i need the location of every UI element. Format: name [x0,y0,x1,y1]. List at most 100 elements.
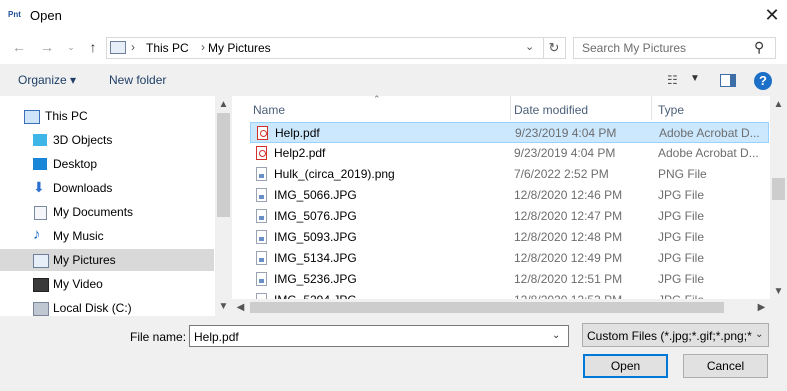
image-icon [256,167,267,181]
download-icon: ⬇ [33,179,45,195]
forward-arrow-icon[interactable]: → [38,38,56,56]
file-name: Help.pdf [275,126,320,140]
file-date: 12/8/2020 12:46 PM [514,188,623,202]
chevron-down-icon[interactable]: ⌄ [755,329,763,340]
column-divider[interactable] [510,96,511,120]
sidebar-item-my-music[interactable]: ♪ My Music [0,225,214,247]
file-type: JPG File [658,209,705,223]
sidebar-item-label: 3D Objects [53,133,113,147]
column-divider[interactable] [651,96,652,120]
file-row[interactable]: Help2.pdf 9/23/2019 4:04 PM Adobe Acroba… [250,143,769,164]
file-date: 12/8/2020 12:47 PM [514,209,623,223]
sidebar-item-3d-objects[interactable]: 3D Objects [0,129,214,151]
view-dropdown-icon[interactable]: ▼ [690,73,700,84]
file-row[interactable]: IMG_5076.JPG 12/8/2020 12:47 PM JPG File [250,206,769,227]
file-name: Hulk_(circa_2019).png [274,167,395,181]
file-type: Adobe Acrobat D... [659,126,760,140]
open-button[interactable]: Open [583,354,668,378]
scroll-down-icon[interactable]: ▼ [215,301,232,312]
help-icon[interactable]: ? [754,72,772,90]
breadcrumb-this-pc[interactable]: This PC [146,41,189,55]
video-icon [33,278,49,292]
file-type: JPG File [658,230,705,244]
file-date: 12/8/2020 12:53 PM [514,290,622,299]
file-date: 7/6/2022 2:52 PM [514,167,609,181]
file-date: 12/8/2020 12:48 PM [514,230,623,244]
sidebar-item-label: My Pictures [53,253,116,267]
sidebar-item-my-documents[interactable]: My Documents [0,201,214,223]
pc-icon [24,110,40,124]
cancel-button[interactable]: Cancel [683,354,768,378]
scroll-right-icon[interactable]: ▶ [753,302,770,313]
file-name: IMG_5236.JPG [274,272,357,286]
file-type-filter[interactable]: Custom Files (*.jpg;*.gif;*.png;* ⌄ [582,323,769,347]
sidebar-item-label: Desktop [53,157,98,171]
sidebar-item-this-pc[interactable]: This PC [0,105,214,127]
preview-pane-icon[interactable] [720,74,736,87]
scroll-up-icon[interactable]: ▲ [770,99,787,110]
file-type: JPG File [658,290,769,299]
pdf-icon [256,146,267,160]
file-date: 9/23/2019 4:04 PM [515,126,617,140]
breadcrumb-chevron-icon[interactable]: › [201,40,205,54]
file-row[interactable]: IMG_5294.JPG 12/8/2020 12:53 PM JPG File [250,290,769,299]
breadcrumb-chevron-icon[interactable]: › [131,40,135,54]
sidebar-item-downloads[interactable]: ⬇ Downloads [0,177,214,199]
file-name: IMG_5134.JPG [274,251,357,265]
search-box[interactable]: Search My Pictures ⚲ [573,37,776,59]
chevron-down-icon[interactable]: ⌄ [62,38,80,56]
view-options-icon[interactable]: ☷ [667,73,678,87]
file-name-field[interactable]: Help.pdf ⌄ [189,325,569,347]
file-type: PNG File [658,167,707,181]
file-name: IMG_5294.JPG [274,290,357,299]
pictures-icon [33,254,49,268]
organize-button[interactable]: Organize ▾ [18,73,76,87]
sidebar-item-label: Downloads [53,181,113,195]
pdf-icon [257,126,268,140]
sidebar-item-local-disk[interactable]: Local Disk (C:) [0,297,214,316]
window-title: Open [30,8,62,23]
file-row[interactable]: IMG_5236.JPG 12/8/2020 12:51 PM JPG File [250,269,769,290]
desktop-icon [33,158,47,170]
scroll-left-icon[interactable]: ◀ [232,302,249,313]
cube-icon [33,134,47,146]
file-row[interactable]: IMG_5093.JPG 12/8/2020 12:48 PM JPG File [250,227,769,248]
navigation-scroll-thumb[interactable] [217,113,230,217]
sidebar-item-desktop[interactable]: Desktop [0,153,214,175]
music-icon: ♪ [33,226,41,243]
file-row[interactable]: Hulk_(circa_2019).png 7/6/2022 2:52 PM P… [250,164,769,185]
scroll-up-icon[interactable]: ▲ [215,99,232,110]
sidebar-item-my-video[interactable]: My Video [0,273,214,295]
new-folder-button[interactable]: New folder [109,73,166,87]
file-row[interactable]: IMG_5066.JPG 12/8/2020 12:46 PM JPG File [250,185,769,206]
sidebar-item-label: My Music [53,229,104,243]
file-type: JPG File [658,251,705,265]
file-name-label: File name: [130,330,187,344]
sidebar-item-label: My Documents [53,205,134,219]
file-row[interactable]: Help.pdf 9/23/2019 4:04 PM Adobe Acrobat… [250,122,769,143]
image-icon [256,251,267,265]
horizontal-scroll-thumb[interactable] [250,302,724,313]
file-type: Adobe Acrobat D... [658,146,759,160]
sidebar-item-my-pictures[interactable]: My Pictures [0,249,214,271]
up-arrow-icon[interactable]: ↑ [84,38,102,56]
refresh-icon[interactable]: ↻ [543,38,564,58]
column-header-type[interactable]: Type [658,103,684,117]
file-row[interactable]: IMG_5134.JPG 12/8/2020 12:49 PM JPG File [250,248,769,269]
address-bar[interactable]: › This PC › My Pictures ⌄ ↻ [106,37,566,59]
vertical-scroll-thumb[interactable] [772,178,785,200]
address-dropdown-icon[interactable]: ⌄ [525,40,534,53]
column-header-name[interactable]: Name [253,103,285,117]
search-input[interactable]: Search My Pictures [582,41,686,55]
search-icon[interactable]: ⚲ [754,39,764,56]
chevron-down-icon[interactable]: ⌄ [552,330,560,341]
scroll-down-icon[interactable]: ▼ [770,286,787,297]
back-arrow-icon[interactable]: ← [10,38,28,56]
file-type-filter-value: Custom Files (*.jpg;*.gif;*.png;* [587,329,752,343]
close-icon[interactable]: ✕ [760,4,784,26]
file-name-value[interactable]: Help.pdf [194,330,239,344]
file-type: JPG File [658,188,705,202]
column-header-date[interactable]: Date modified [514,103,588,117]
image-icon [256,230,267,244]
breadcrumb-my-pictures[interactable]: My Pictures [208,41,271,55]
